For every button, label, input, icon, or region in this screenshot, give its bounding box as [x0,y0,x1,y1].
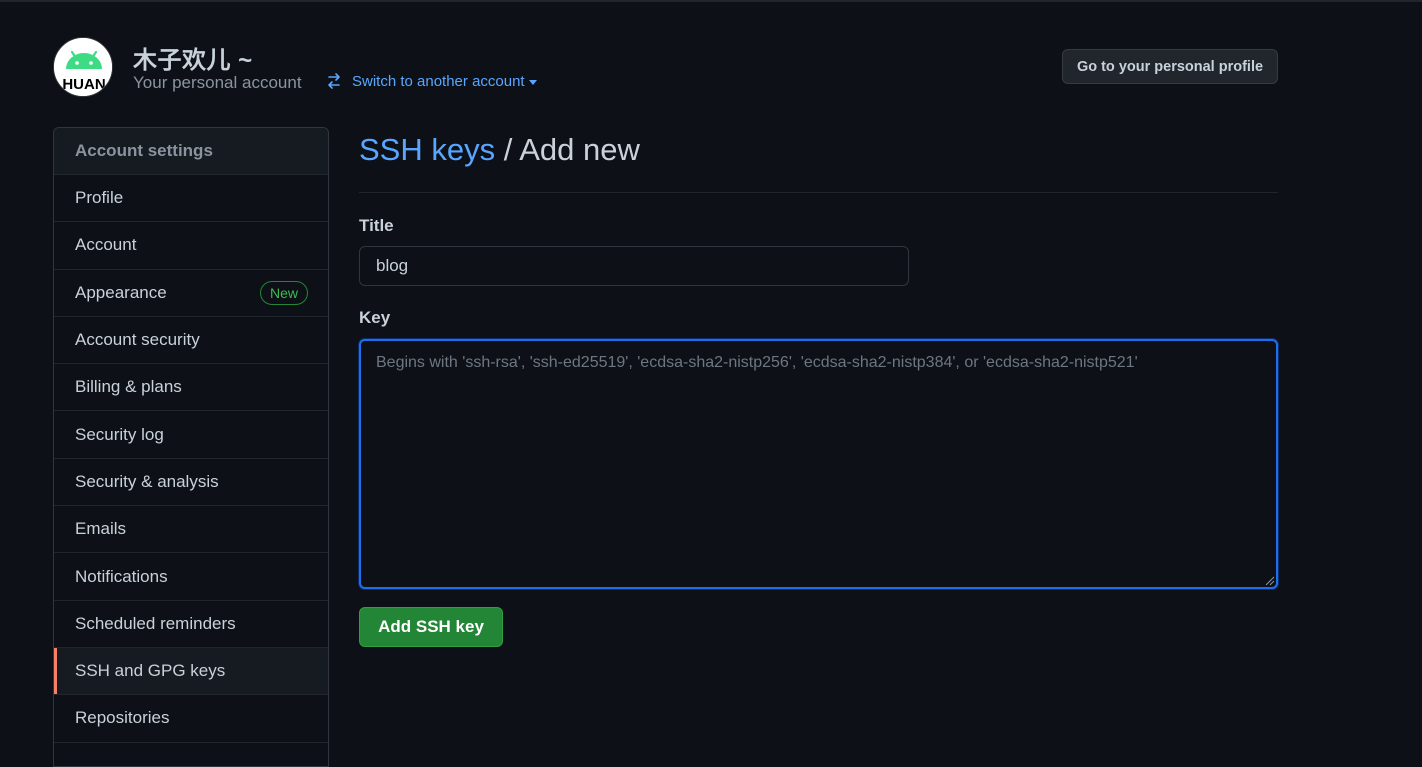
sidebar-item-label: Scheduled reminders [75,613,236,633]
sidebar-item-label: Account security [75,330,200,350]
account-subtitle: Your personal account [133,73,302,92]
key-textarea[interactable] [359,339,1278,589]
avatar[interactable]: HUAN [53,37,113,97]
account-name: 木子欢儿 ~ [133,47,253,74]
breadcrumb-current: / Add new [495,132,640,167]
switch-account-label: Switch to another account [352,72,525,90]
go-to-profile-button[interactable]: Go to your personal profile [1062,49,1278,84]
settings-sidebar: Account settings Profile Account Appeara… [53,127,329,767]
chevron-down-icon [528,79,537,85]
android-avatar-icon: HUAN [54,38,112,96]
sidebar-item-security-analysis[interactable]: Security & analysis [54,459,328,507]
breadcrumb-ssh-keys-link[interactable]: SSH keys [359,132,495,167]
sidebar-item-label: Security log [75,424,164,444]
sidebar-item-appearance[interactable]: Appearance New [54,270,328,317]
sidebar-item-label: Emails [75,519,127,539]
sidebar-item-account-security[interactable]: Account security [54,317,328,365]
sidebar-item-label: SSH and GPG keys [75,661,226,681]
sidebar-item-notifications[interactable]: Notifications [54,553,328,601]
sidebar-item-label: Profile [75,188,124,208]
title-divider [359,192,1278,193]
sidebar-item-emails[interactable]: Emails [54,506,328,554]
sidebar-item-scheduled-reminders[interactable]: Scheduled reminders [54,601,328,648]
avatar-text: HUAN [62,76,105,93]
sidebar-item-security-log[interactable]: Security log [54,411,328,459]
sidebar-item-label: Security & analysis [75,471,219,491]
arrow-switch-icon [328,73,340,89]
sidebar-item-billing[interactable]: Billing & plans [54,364,328,412]
new-badge: New [259,280,308,305]
sidebar-item-profile[interactable]: Profile [54,175,328,223]
sidebar-item-label: Repositories [75,708,170,728]
sidebar-item-label: Billing & plans [75,377,182,397]
sidebar-item-account[interactable]: Account [54,222,328,270]
add-ssh-key-button[interactable]: Add SSH key [359,607,503,647]
sidebar-item-label: Account [75,235,137,255]
sidebar-item-ssh-gpg-keys[interactable]: SSH and GPG keys [54,647,328,696]
resize-handle-icon[interactable] [1264,575,1275,586]
page-title: SSH keys / Add new [359,132,640,168]
switch-account-link[interactable]: Switch to another account [325,72,537,90]
title-input[interactable] [359,246,909,286]
key-label: Key [359,308,391,327]
sidebar-item-label: Notifications [75,566,168,586]
sidebar-item-repositories[interactable]: Repositories [54,695,328,743]
title-label: Title [359,216,394,235]
sidebar-heading: Account settings [54,128,328,175]
top-border [0,0,1422,2]
sidebar-item-label: Appearance [75,282,167,302]
